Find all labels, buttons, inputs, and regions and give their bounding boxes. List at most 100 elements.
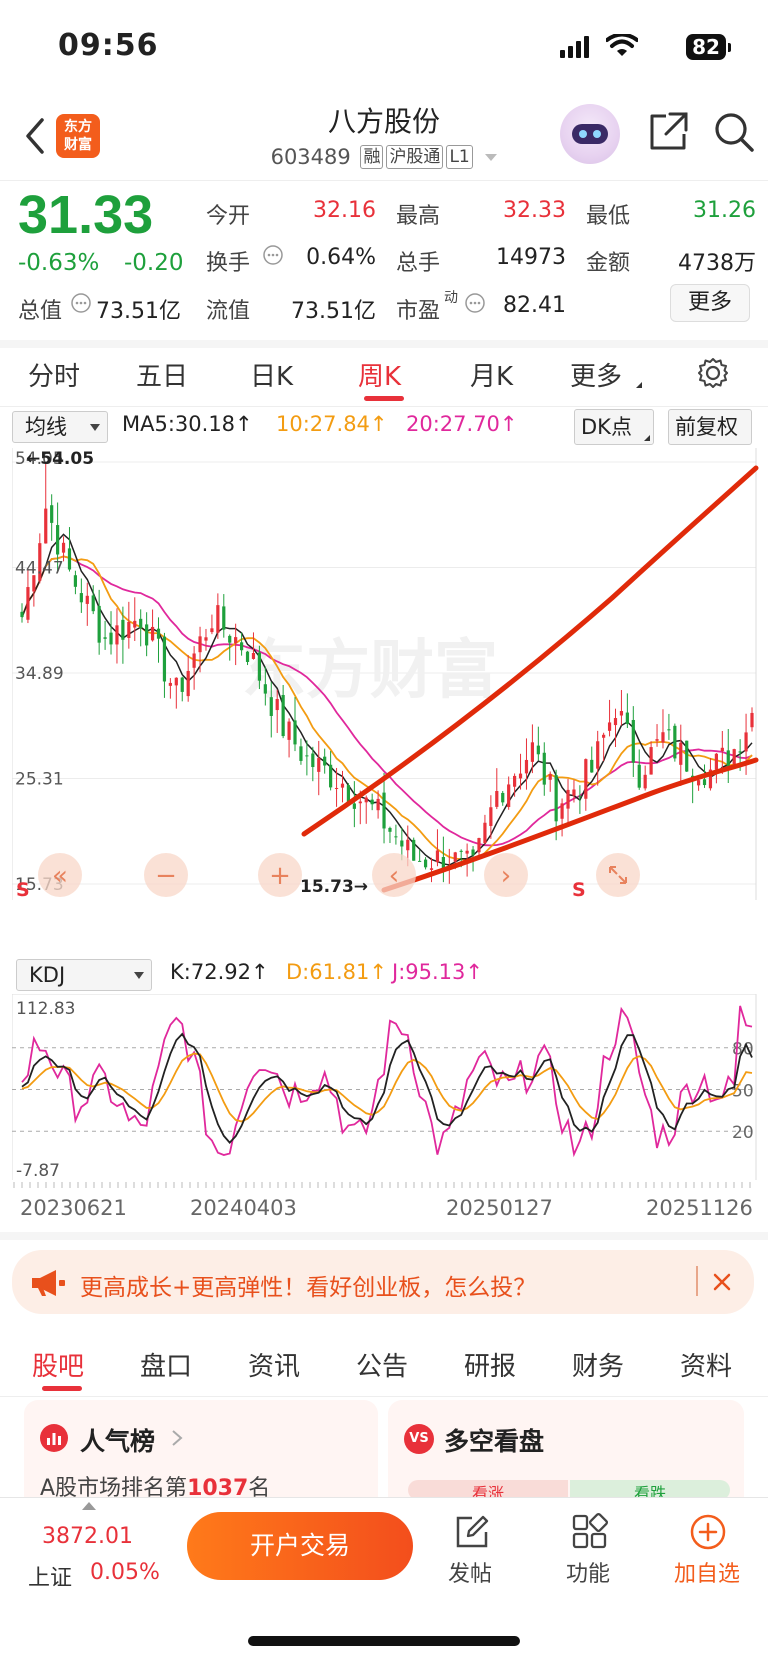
candle-body [352, 803, 356, 809]
ma-indicator-select[interactable]: 均线 [12, 411, 108, 443]
candle-body [613, 718, 618, 726]
banner-separator [696, 1266, 698, 1296]
candle-body [566, 789, 570, 809]
index-value[interactable]: 3872.01 [42, 1524, 133, 1549]
dk-point-button[interactable]: DK点 [574, 409, 654, 445]
candlestick-chart[interactable]: 东方财富54.0544.4734.8925.3115.73←54.0515.73… [12, 448, 768, 948]
tab-weekly-k[interactable]: 周K [358, 356, 401, 393]
candle-body [696, 780, 701, 786]
candle-body [162, 636, 167, 682]
low-label: 最低 [586, 204, 631, 229]
info-dots-icon[interactable] [70, 292, 92, 314]
info-dots-icon[interactable] [464, 292, 486, 314]
tab-daily-k[interactable]: 日K [250, 356, 293, 393]
kdj-j-label: J:95.13↑ [392, 960, 483, 984]
candle-body [453, 852, 457, 862]
candle-body [210, 628, 214, 633]
share-icon[interactable] [646, 110, 690, 154]
candle-body [61, 542, 66, 553]
x-axis-ticks [13, 1182, 751, 1188]
change-amount: -0.20 [124, 250, 184, 276]
current-price: 31.33 [18, 185, 154, 245]
info-dots-icon[interactable] [262, 244, 284, 266]
candle-body [584, 759, 588, 799]
tab-order-book[interactable]: 盘口 [140, 1346, 192, 1383]
candle-body [251, 652, 256, 659]
tab-profile[interactable]: 资料 [680, 1346, 732, 1383]
tab-five-day[interactable]: 五日 [136, 356, 188, 393]
index-change[interactable]: 0.05% [90, 1560, 160, 1585]
ma10-value: 10:27.84 [276, 412, 370, 436]
long-short-title: 多空看盘 [444, 1427, 545, 1456]
candle-body [530, 742, 535, 762]
candle-body [50, 505, 54, 523]
sell-signal: S [16, 879, 30, 901]
candle-body [346, 785, 351, 802]
status-time: 09:56 [58, 28, 159, 63]
candle-body [465, 850, 469, 854]
x-tick-label: 20230621 [20, 1196, 127, 1220]
candle-body [673, 725, 677, 759]
kdj-chart[interactable]: 805020112.83-7.87 [12, 994, 768, 1180]
features-label[interactable]: 功能 [566, 1556, 610, 1588]
candle-body [263, 684, 267, 694]
tab-research[interactable]: 研报 [464, 1346, 516, 1383]
divider [0, 180, 768, 181]
candle-body [625, 712, 629, 724]
more-button[interactable]: 更多 [670, 284, 750, 322]
market-cap-value: 73.51亿 [96, 299, 181, 324]
pe-value: 82.41 [503, 293, 566, 318]
scroll-left-button-glyph: « [52, 861, 68, 891]
tab-forum[interactable]: 股吧 [32, 1346, 84, 1383]
battery-icon: 82 [686, 34, 731, 60]
add-watchlist-label[interactable]: 加自选 [674, 1556, 740, 1588]
post-edit-icon[interactable] [452, 1512, 492, 1552]
candle-body [483, 822, 487, 844]
tab-more[interactable]: 更多 [570, 356, 622, 393]
ma10-label: 10:27.84↑ [276, 412, 388, 436]
banner-text[interactable]: 更高成长+更高弹性！看好创业板，怎么投？ [80, 1268, 536, 1302]
close-icon[interactable] [712, 1272, 732, 1292]
post-label[interactable]: 发帖 [448, 1556, 492, 1588]
candle-body [109, 632, 113, 645]
divider [0, 340, 768, 348]
step-left-button-glyph: ‹ [389, 861, 399, 891]
candle-body [655, 739, 659, 741]
candle-body [186, 670, 190, 697]
high-value: 32.33 [503, 198, 566, 223]
float-cap-value: 73.51亿 [291, 299, 376, 324]
open-account-button[interactable]: 开户交易 [187, 1512, 413, 1580]
candle-body [720, 747, 724, 752]
tab-intraday[interactable]: 分时 [28, 356, 80, 393]
chevron-right-icon [172, 1430, 183, 1446]
candle-body [245, 651, 250, 662]
candle-body [127, 621, 131, 639]
candle-body [275, 698, 279, 711]
candle-body [287, 721, 291, 740]
tab-news[interactable]: 资讯 [248, 1346, 300, 1383]
settings-gear-icon[interactable] [696, 356, 730, 390]
float-cap-label: 流值 [206, 299, 251, 324]
tab-financials[interactable]: 财务 [572, 1346, 624, 1383]
candle-body [732, 749, 736, 765]
candle-body [79, 593, 83, 603]
features-grid-icon[interactable] [570, 1512, 610, 1552]
index-name[interactable]: 上证 [28, 1560, 72, 1592]
add-watchlist-icon[interactable] [688, 1512, 728, 1552]
candle-body [174, 677, 178, 686]
tab-announcements[interactable]: 公告 [356, 1346, 408, 1383]
margin-tag: 融 [360, 145, 384, 169]
y-axis-label: 34.89 [15, 664, 64, 684]
candle-body [602, 734, 606, 738]
expand-up-icon[interactable] [82, 1502, 96, 1510]
kdj-indicator-select[interactable]: KDJ [16, 959, 152, 991]
candle-body [26, 587, 30, 620]
candle-body [198, 636, 202, 653]
assistant-robot-icon[interactable] [560, 104, 620, 164]
candle-body [667, 729, 671, 731]
kdj-k-label: K:72.92↑ [170, 960, 269, 984]
price-adjust-button[interactable]: 前复权 [668, 409, 752, 445]
search-icon[interactable] [712, 110, 756, 154]
connect-tag: 沪股通 [386, 145, 444, 169]
tab-monthly-k[interactable]: 月K [470, 356, 513, 393]
